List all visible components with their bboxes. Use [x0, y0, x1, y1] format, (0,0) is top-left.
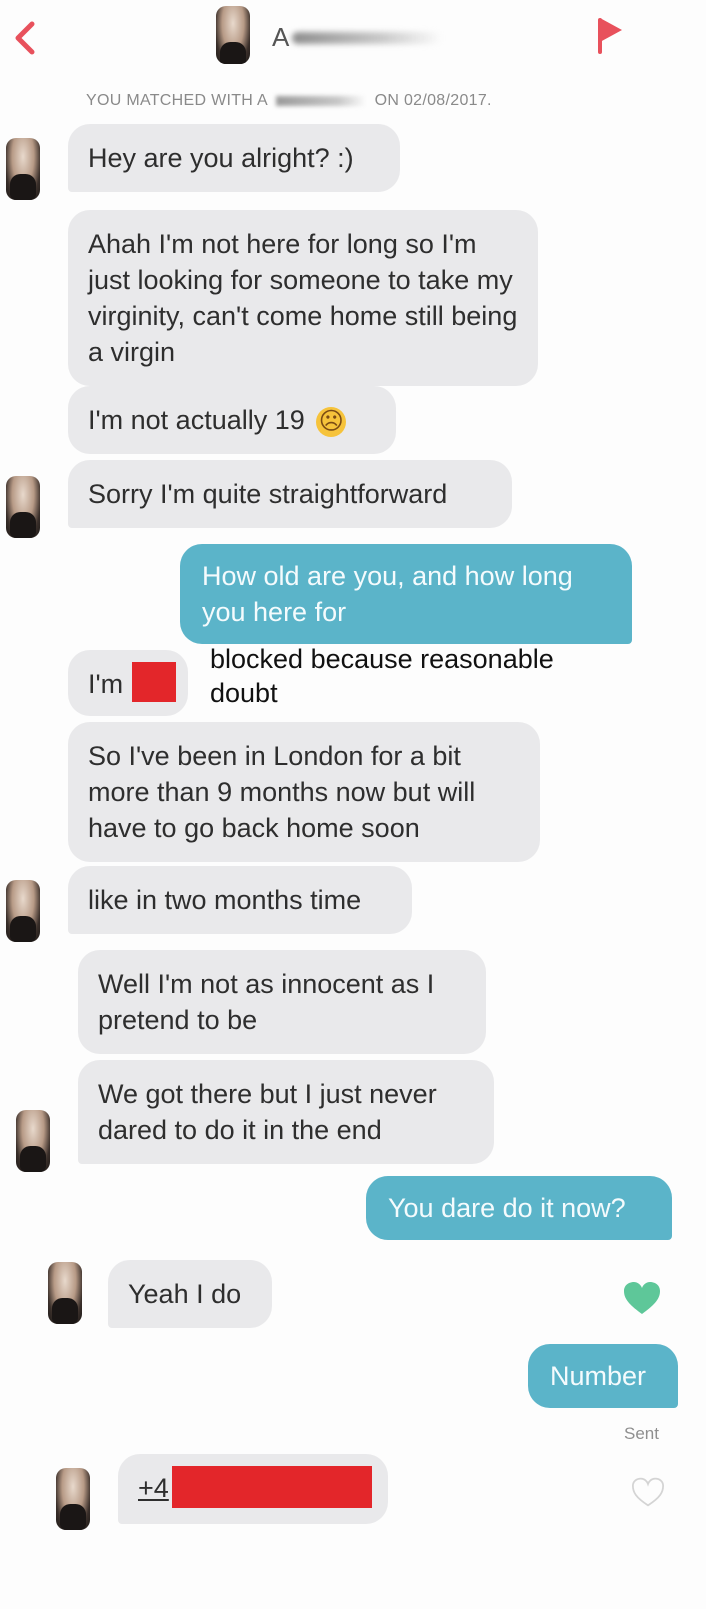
message-text: We got there but I just never dared to d… — [98, 1079, 437, 1145]
heart-outline-icon — [631, 1477, 665, 1507]
message-text: I'm — [88, 669, 124, 699]
avatar[interactable] — [16, 1110, 50, 1172]
match-banner: YOU MATCHED WITH A ON 02/08/2017. — [86, 92, 492, 110]
message-text: like in two months time — [88, 885, 362, 915]
message-text: Ahah I'm not here for long so I'm just l… — [88, 229, 518, 367]
match-banner-suffix: ON 02/08/2017. — [374, 92, 492, 109]
like-button[interactable] — [622, 1280, 662, 1316]
like-button[interactable] — [630, 1476, 666, 1508]
message-bubble[interactable]: So I've been in London for a bit more th… — [68, 722, 540, 862]
message-bubble[interactable]: Sorry I'm quite straightforward — [68, 460, 512, 528]
report-button[interactable] — [590, 14, 630, 58]
message-text: Hey are you alright? :) — [88, 143, 354, 173]
message-text: You dare do it now? — [388, 1193, 626, 1223]
age-redaction — [132, 662, 176, 702]
annotation-text: blocked because reasonable doubt — [210, 644, 554, 708]
message-bubble[interactable]: Hey are you alright? :) — [68, 124, 400, 192]
avatar[interactable] — [56, 1468, 90, 1530]
message-text: How old are you, and how long you here f… — [202, 561, 573, 627]
message-text: Number — [550, 1361, 647, 1391]
match-banner-prefix: YOU MATCHED WITH A — [86, 92, 268, 109]
phone-number-redaction — [172, 1466, 372, 1508]
message-text: Yeah I do — [128, 1279, 242, 1309]
header-name[interactable]: A — [272, 22, 289, 53]
message-bubble-outgoing[interactable]: You dare do it now? — [366, 1176, 672, 1240]
name-blur — [292, 32, 442, 44]
message-bubble[interactable]: Well I'm not as innocent as I pretend to… — [78, 950, 486, 1054]
chevron-left-icon — [15, 21, 35, 55]
message-text: I'm not actually 19 — [88, 405, 305, 435]
message-text: +4 — [138, 1473, 169, 1503]
avatar[interactable] — [6, 138, 40, 200]
message-text: Well I'm not as innocent as I pretend to… — [98, 969, 435, 1035]
frown-emoji-icon: ☹ — [316, 406, 347, 437]
flag-icon — [598, 18, 622, 54]
message-bubble[interactable]: Yeah I do — [108, 1260, 272, 1328]
message-bubble[interactable]: I'm not actually 19 ☹ — [68, 386, 396, 454]
message-bubble[interactable]: We got there but I just never dared to d… — [78, 1060, 494, 1164]
header-avatar[interactable] — [216, 6, 250, 64]
avatar[interactable] — [6, 880, 40, 942]
sent-status: Sent — [624, 1424, 659, 1443]
avatar[interactable] — [6, 476, 40, 538]
name-redaction — [275, 95, 366, 106]
message-text: Sorry I'm quite straightforward — [88, 479, 448, 509]
heart-filled-icon — [624, 1282, 660, 1314]
avatar[interactable] — [48, 1262, 82, 1324]
message-bubble[interactable]: Ahah I'm not here for long so I'm just l… — [68, 210, 538, 386]
back-button[interactable] — [8, 18, 42, 58]
message-text: So I've been in London for a bit more th… — [88, 741, 476, 843]
message-bubble[interactable]: like in two months time — [68, 866, 412, 934]
message-bubble-outgoing[interactable]: Number — [528, 1344, 678, 1408]
message-bubble-outgoing[interactable]: How old are you, and how long you here f… — [180, 544, 632, 644]
